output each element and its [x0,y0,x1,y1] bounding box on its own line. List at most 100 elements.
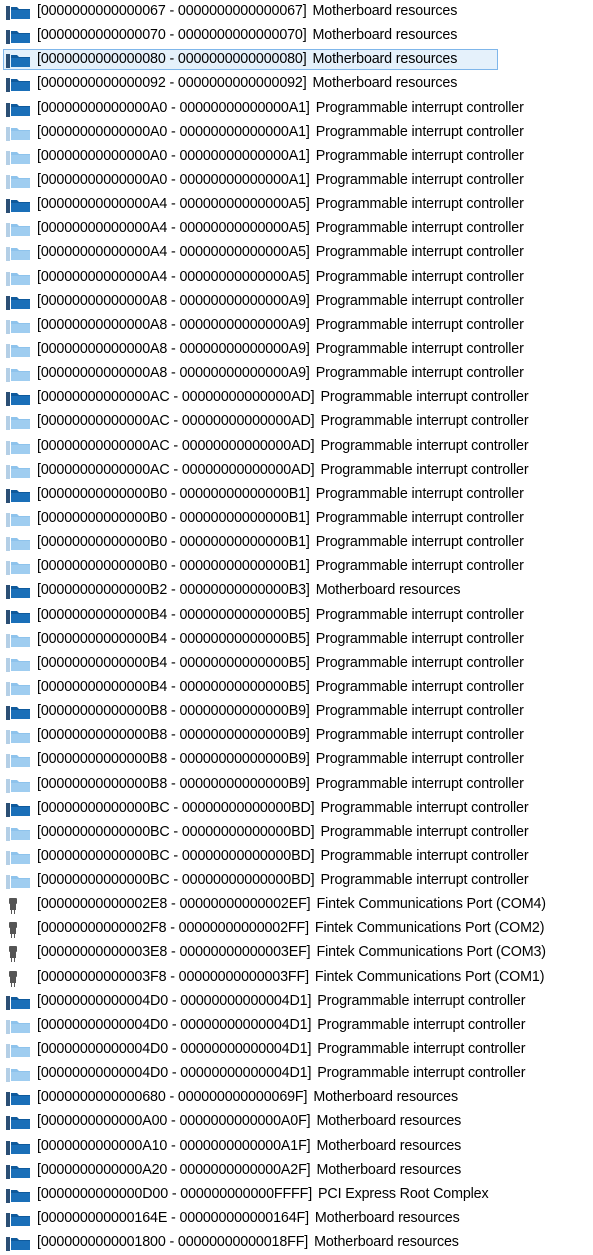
io-range: [00000000000000B8 - 00000000000000B9] [37,775,310,792]
resource-row[interactable]: [00000000000002F8 - 00000000000002FF] Fin… [0,917,593,941]
io-range: [00000000000000A4 - 00000000000000A5] [37,268,310,285]
io-range: [00000000000000B8 - 00000000000000B9] [37,751,310,768]
resource-row[interactable]: [000000000000164E - 000000000000164F] Mot… [0,1207,593,1231]
folder-icon [6,126,32,142]
resource-row[interactable]: [00000000000000A4 - 00000000000000A5] Pro… [0,217,593,241]
resource-row[interactable]: [00000000000000A4 - 00000000000000A5] Pro… [0,266,593,290]
resource-row[interactable]: [00000000000000AC - 00000000000000AD] Pro… [0,435,593,459]
resource-row[interactable]: [00000000000000BC - 00000000000000BD] Pro… [0,797,593,821]
resource-row[interactable]: [00000000000000A8 - 00000000000000A9] Pro… [0,290,593,314]
serial-port-icon [6,898,32,915]
resource-row[interactable]: [0000000000000A20 - 0000000000000A2F] Mot… [0,1159,593,1183]
io-range: [00000000000000A8 - 00000000000000A9] [37,316,310,333]
device-name: Programmable interrupt controller [315,244,524,261]
device-name: Programmable interrupt controller [315,268,524,285]
resource-row[interactable]: [00000000000000B8 - 00000000000000B9] Pro… [0,724,593,748]
resource-row[interactable]: [00000000000004D0 - 00000000000004D1] Pro… [0,1062,593,1086]
resource-row[interactable]: [00000000000000B4 - 00000000000000B5] Pro… [0,628,593,652]
folder-icon [6,150,32,166]
resource-row[interactable]: [00000000000000B0 - 00000000000000B1] Pro… [0,555,593,579]
row-text: [00000000000004D0 - 00000000000004D1] Pro… [37,990,525,1013]
folder-icon [6,826,32,842]
folder-icon [6,536,32,552]
resource-row[interactable]: [0000000000000D00 - 000000000000FFFF] PCI… [0,1183,593,1207]
io-range: [00000000000000B0 - 00000000000000B1] [37,558,310,575]
resource-row[interactable]: [00000000000000A8 - 00000000000000A9] Pro… [0,314,593,338]
resource-row[interactable]: [00000000000000B4 - 00000000000000B5] Pro… [0,604,593,628]
resource-row[interactable]: [00000000000000A0 - 00000000000000A1] Pro… [0,121,593,145]
resource-row[interactable]: [00000000000000B0 - 00000000000000B1] Pro… [0,507,593,531]
device-name: Programmable interrupt controller [317,1065,526,1082]
folder-icon [6,560,32,576]
device-name: Programmable interrupt controller [315,485,524,502]
resource-row[interactable]: [00000000000000B8 - 00000000000000B9] Pro… [0,773,593,797]
row-text: [00000000000000B0 - 00000000000000B1] Pro… [37,555,524,578]
resource-row[interactable]: [00000000000004D0 - 00000000000004D1] Pro… [0,990,593,1014]
folder-icon [6,295,32,311]
resource-row[interactable]: [00000000000000A4 - 00000000000000A5] Pro… [0,241,593,265]
resource-row[interactable]: [00000000000000B8 - 00000000000000B9] Pro… [0,700,593,724]
resource-row[interactable]: [00000000000000AC - 00000000000000AD] Pro… [0,386,593,410]
resource-row[interactable]: [00000000000000B4 - 00000000000000B5] Pro… [0,676,593,700]
io-range: [0000000000000680 - 000000000000069F] [37,1089,308,1106]
folder-icon [6,246,32,262]
device-name: Programmable interrupt controller [320,847,529,864]
folder-icon [6,512,32,528]
resource-row[interactable]: [00000000000002E8 - 00000000000002EF] Fin… [0,893,593,917]
resource-row[interactable]: [00000000000000B2 - 00000000000000B3] Mot… [0,579,593,603]
resource-row[interactable]: [0000000000000067 - 0000000000000067] Mot… [0,0,593,24]
row-text: [00000000000002F8 - 00000000000002FF] Fin… [37,917,544,940]
resource-row[interactable]: [00000000000000BC - 00000000000000BD] Pro… [0,845,593,869]
device-name: Motherboard resources [314,1210,460,1227]
io-range: [00000000000003F8 - 00000000000003FF] [37,968,309,985]
resource-row[interactable]: [00000000000003E8 - 00000000000003EF] Fin… [0,941,593,965]
resource-row[interactable]: [00000000000000A8 - 00000000000000A9] Pro… [0,338,593,362]
resource-row[interactable]: [0000000000000080 - 0000000000000080] Mot… [0,48,593,72]
resource-row[interactable]: [00000000000000A4 - 00000000000000A5] Pro… [0,193,593,217]
device-name: Fintek Communications Port (COM3) [316,944,547,961]
resource-row[interactable]: [00000000000000AC - 00000000000000AD] Pro… [0,459,593,483]
serial-port-icon [6,922,32,939]
io-range: [0000000000000D00 - 000000000000FFFF] [37,1185,313,1202]
resource-row[interactable]: [00000000000000B0 - 00000000000000B1] Pro… [0,483,593,507]
io-range: [0000000000000A10 - 0000000000000A1F] [37,1137,311,1154]
io-range: [00000000000000A4 - 00000000000000A5] [37,220,310,237]
device-name: Programmable interrupt controller [320,799,529,816]
io-range: [00000000000000B4 - 00000000000000B5] [37,630,310,647]
io-range: [0000000000000A00 - 0000000000000A0F] [37,1113,311,1130]
resource-row[interactable]: [00000000000000AC - 00000000000000AD] Pro… [0,410,593,434]
resource-row[interactable]: [00000000000004D0 - 00000000000004D1] Pro… [0,1038,593,1062]
folder-icon [6,440,32,456]
io-range: [00000000000000A8 - 00000000000000A9] [37,365,310,382]
resource-row[interactable]: [00000000000000A8 - 00000000000000A9] Pro… [0,362,593,386]
folder-icon [6,729,32,745]
device-name: Programmable interrupt controller [315,340,524,357]
device-name: Programmable interrupt controller [320,461,529,478]
resource-row[interactable]: [00000000000000BC - 00000000000000BD] Pro… [0,869,593,893]
device-name: Programmable interrupt controller [315,678,524,695]
resource-row[interactable]: [00000000000000A0 - 00000000000000A1] Pro… [0,97,593,121]
resource-row[interactable]: [00000000000004D0 - 00000000000004D1] Pro… [0,1014,593,1038]
device-name: Motherboard resources [312,51,458,68]
resource-row[interactable]: [0000000000001800 - 00000000000018FF] Mot… [0,1231,593,1255]
resource-row[interactable]: [0000000000000A00 - 0000000000000A0F] Mot… [0,1110,593,1134]
resource-row[interactable]: [00000000000000B4 - 00000000000000B5] Pro… [0,652,593,676]
resource-row[interactable]: [0000000000000070 - 0000000000000070] Mot… [0,24,593,48]
resource-row[interactable]: [00000000000003F8 - 00000000000003FF] Fin… [0,966,593,990]
resource-row[interactable]: [00000000000000B0 - 00000000000000B1] Pro… [0,531,593,555]
resource-row[interactable]: [00000000000000A0 - 00000000000000A1] Pro… [0,145,593,169]
resource-row[interactable]: [0000000000000680 - 000000000000069F] Mot… [0,1086,593,1110]
resource-row[interactable]: [0000000000000092 - 0000000000000092] Mot… [0,72,593,96]
folder-icon [6,5,32,21]
folder-icon [6,222,32,238]
row-text: [0000000000001800 - 00000000000018FF] Mot… [37,1231,459,1254]
device-name: Programmable interrupt controller [317,1041,526,1058]
row-text: [00000000000000B4 - 00000000000000B5] Pro… [37,652,524,675]
device-name: Programmable interrupt controller [315,654,524,671]
resource-row[interactable]: [00000000000000B8 - 00000000000000B9] Pro… [0,748,593,772]
resource-row[interactable]: [00000000000000BC - 00000000000000BD] Pro… [0,821,593,845]
row-text: [0000000000000680 - 000000000000069F] Mot… [37,1086,458,1109]
resource-row[interactable]: [00000000000000A0 - 00000000000000A1] Pro… [0,169,593,193]
folder-icon [6,271,32,287]
resource-row[interactable]: [0000000000000A10 - 0000000000000A1F] Mot… [0,1135,593,1159]
